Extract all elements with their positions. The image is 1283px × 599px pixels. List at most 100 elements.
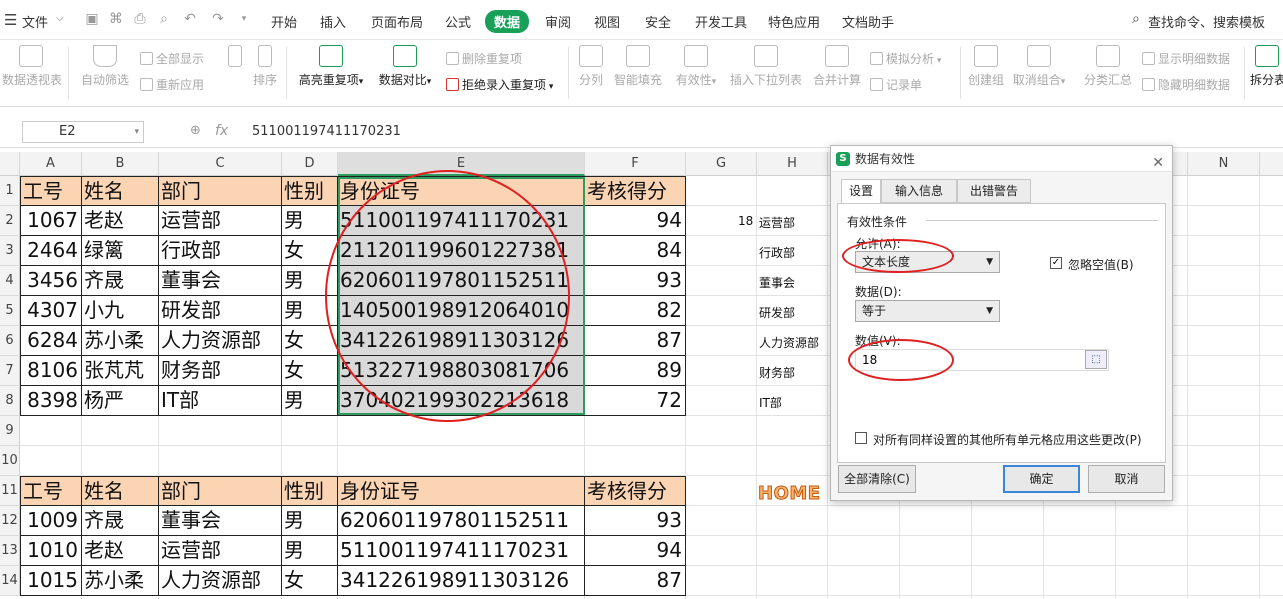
column-header[interactable]: A xyxy=(20,152,82,176)
redo-icon[interactable]: ↷ xyxy=(210,11,226,27)
table-cell[interactable]: 人力资源部 xyxy=(159,326,282,356)
chevron-down-icon[interactable]: ▾ xyxy=(134,122,139,142)
table-cell[interactable]: 运营部 xyxy=(159,536,282,566)
table-cell[interactable]: 男 xyxy=(282,266,338,296)
table-cell[interactable]: 女 xyxy=(282,236,338,266)
value-input[interactable]: 18 xyxy=(855,349,1109,371)
print-icon[interactable]: ⎙ xyxy=(132,11,148,27)
apply-all-checkbox[interactable] xyxy=(855,432,867,444)
table-header-cell[interactable]: 考核得分 xyxy=(585,176,686,206)
validity-button[interactable]: 有效性▾ xyxy=(670,45,722,88)
row-header[interactable]: 7 xyxy=(0,356,20,386)
menu-home[interactable]: 开始 xyxy=(271,12,297,31)
table-cell[interactable]: 4307 xyxy=(20,296,82,326)
table-cell[interactable]: 齐晟 xyxy=(82,506,159,536)
table-cell[interactable]: 511001197411170231 xyxy=(338,536,585,566)
table-cell[interactable]: 张芃芃 xyxy=(82,356,159,386)
cell-h[interactable]: 研发部 xyxy=(759,304,795,321)
table-header-cell[interactable]: 工号 xyxy=(20,476,82,506)
table-header-cell[interactable]: 部门 xyxy=(159,176,282,206)
table-cell[interactable]: 341226198911303126 xyxy=(338,326,585,356)
column-header[interactable]: N xyxy=(1188,152,1260,176)
table-cell[interactable]: 1067 xyxy=(20,206,82,236)
ok-button[interactable]: 确定 xyxy=(1003,465,1080,493)
formula-input[interactable]: 511001197411170231 xyxy=(252,124,401,139)
undo-icon[interactable]: ↶ xyxy=(182,11,198,27)
table-header-cell[interactable]: 性别 xyxy=(282,176,338,206)
record-form-button[interactable]: 记录单 xyxy=(870,76,922,93)
table-header-cell[interactable]: 工号 xyxy=(20,176,82,206)
table-cell[interactable]: 绿篱 xyxy=(82,236,159,266)
menu-file[interactable]: 文件 xyxy=(22,12,48,31)
column-header[interactable]: C xyxy=(159,152,282,176)
show-detail-button[interactable]: 显示明细数据 xyxy=(1142,50,1230,67)
table-cell[interactable]: 94 xyxy=(585,206,686,236)
menu-data[interactable]: 数据 xyxy=(485,10,530,33)
create-group-button[interactable]: 创建组 xyxy=(966,45,1006,88)
cell-g2[interactable]: 18 xyxy=(738,214,753,228)
row-header[interactable]: 5 xyxy=(0,296,20,326)
table-cell[interactable]: 211201199601227381 xyxy=(338,236,585,266)
cancel-button[interactable]: 取消 xyxy=(1088,465,1165,493)
menu-view[interactable]: 视图 xyxy=(594,12,620,31)
menu-page-layout[interactable]: 页面布局 xyxy=(371,12,423,31)
table-cell[interactable]: 8398 xyxy=(20,386,82,416)
column-header[interactable]: H xyxy=(757,152,828,176)
ignore-blank-checkbox[interactable]: ✓ xyxy=(1050,257,1062,269)
chevron-down-icon[interactable]: ▾ xyxy=(236,11,252,27)
subtotal-button[interactable]: 分类汇总 xyxy=(1082,45,1134,88)
show-all-button[interactable]: 全部显示 xyxy=(140,50,204,67)
table-header-cell[interactable]: 姓名 xyxy=(82,176,159,206)
menu-developer[interactable]: 开发工具 xyxy=(695,12,747,31)
row-header[interactable]: 4 xyxy=(0,266,20,296)
menu-insert[interactable]: 插入 xyxy=(320,12,346,31)
table-cell[interactable]: 杨严 xyxy=(82,386,159,416)
reject-duplicates-button[interactable]: 拒绝录入重复项 ▾ xyxy=(446,76,553,93)
row-header[interactable]: 10 xyxy=(0,446,20,476)
table-cell[interactable]: 93 xyxy=(585,266,686,296)
column-header[interactable]: G xyxy=(686,152,757,176)
row-header[interactable]: 6 xyxy=(0,326,20,356)
cell-h[interactable]: IT部 xyxy=(759,394,782,411)
allow-select[interactable]: 文本长度 ▼ xyxy=(855,251,1000,273)
menu-formula[interactable]: 公式 xyxy=(445,12,471,31)
table-cell[interactable]: 511001197411170231 xyxy=(338,206,585,236)
table-cell[interactable]: 董事会 xyxy=(159,266,282,296)
simulation-button[interactable]: 模拟分析 ▾ xyxy=(870,50,941,67)
table-cell[interactable]: 6284 xyxy=(20,326,82,356)
row-header[interactable]: 2 xyxy=(0,206,20,236)
table-cell[interactable]: 男 xyxy=(282,386,338,416)
data-compare-button[interactable]: 数据对比▾ xyxy=(376,45,434,88)
name-box[interactable]: E2 ▾ xyxy=(22,121,144,143)
menu-security[interactable]: 安全 xyxy=(645,12,671,31)
zoom-icon[interactable]: ⊕ xyxy=(190,123,201,138)
split-sheet-button[interactable]: 拆分表 xyxy=(1250,45,1283,88)
autofilter-button[interactable]: 自动筛选 xyxy=(80,45,130,88)
chevron-down-icon[interactable]: ⌵ xyxy=(56,13,64,24)
menu-features[interactable]: 特色应用 xyxy=(768,12,820,31)
search-icon[interactable]: ⌕ xyxy=(1132,11,1140,27)
table-cell[interactable]: 84 xyxy=(585,236,686,266)
table-cell[interactable]: 女 xyxy=(282,326,338,356)
reapply-button[interactable]: 重新应用 xyxy=(140,76,204,93)
table-cell[interactable]: 370402199302213618 xyxy=(338,386,585,416)
column-header[interactable]: D xyxy=(282,152,338,176)
split-column-button[interactable]: 分列 xyxy=(576,45,606,88)
row-header[interactable]: 11 xyxy=(0,476,20,506)
sort-asc-button[interactable] xyxy=(222,45,248,71)
column-header[interactable]: B xyxy=(82,152,159,176)
tab-input-message[interactable]: 输入信息 xyxy=(881,179,957,203)
command-search[interactable]: 查找命令、搜索模板 xyxy=(1148,12,1265,31)
table-header-cell[interactable]: 姓名 xyxy=(82,476,159,506)
table-cell[interactable]: 男 xyxy=(282,536,338,566)
table-cell[interactable]: 82 xyxy=(585,296,686,326)
column-header[interactable]: E xyxy=(338,152,585,176)
cell-h[interactable]: 行政部 xyxy=(759,244,795,261)
table-cell[interactable]: 苏小柔 xyxy=(82,326,159,356)
row-header[interactable]: 14 xyxy=(0,566,20,596)
merge-calc-button[interactable]: 合并计算 xyxy=(810,45,864,88)
save-icon[interactable]: ▣ xyxy=(84,11,100,27)
smart-fill-button[interactable]: 智能填充 xyxy=(612,45,664,88)
cell-h[interactable]: 人力资源部 xyxy=(759,334,819,351)
row-header[interactable]: 8 xyxy=(0,386,20,416)
